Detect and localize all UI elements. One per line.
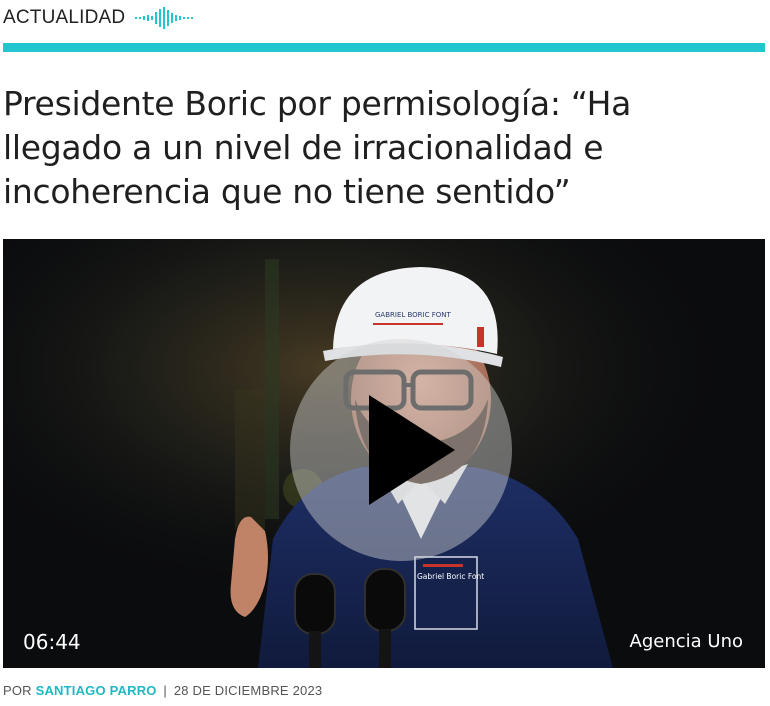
article-headline: Presidente Boric por permisología: “Ha l… bbox=[3, 84, 632, 211]
video-duration: 06:44 bbox=[23, 630, 81, 654]
section-label[interactable]: ACTUALIDAD bbox=[3, 7, 125, 29]
author-link[interactable]: SANTIAGO PARRO bbox=[36, 683, 157, 698]
section-header: ACTUALIDAD bbox=[3, 4, 195, 32]
byline-separator: | bbox=[163, 683, 167, 698]
play-icon bbox=[369, 395, 455, 505]
svg-text:Gabriel Boric Font: Gabriel Boric Font bbox=[417, 572, 484, 581]
audio-wave-icon[interactable] bbox=[135, 7, 195, 29]
play-button[interactable] bbox=[290, 339, 512, 561]
svg-text:GABRIEL BORIC FONT: GABRIEL BORIC FONT bbox=[375, 311, 451, 319]
photo-credit: Agencia Uno bbox=[629, 631, 743, 652]
publish-date: 28 DE DICIEMBRE 2023 bbox=[173, 683, 323, 698]
byline-prefix: POR bbox=[3, 683, 32, 698]
byline: POR SANTIAGO PARRO | 28 DE DICIEMBRE 202… bbox=[3, 683, 322, 698]
accent-divider bbox=[3, 43, 765, 52]
video-player[interactable]: Gabriel Boric Font GABRIEL BORIC FONT 06… bbox=[3, 239, 765, 668]
